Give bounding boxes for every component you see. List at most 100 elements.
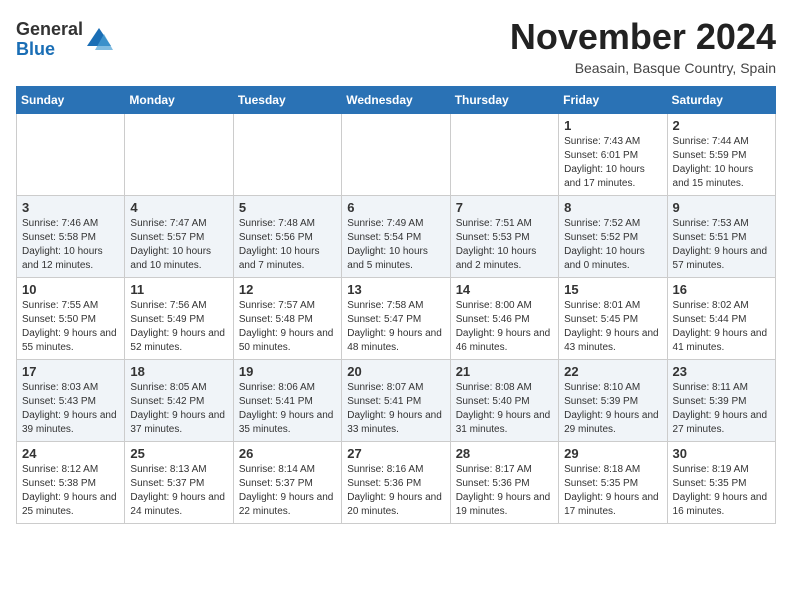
- logo-general: General: [16, 19, 83, 39]
- day-number: 22: [564, 364, 661, 379]
- day-cell: 26 Sunrise: 8:14 AM Sunset: 5:37 PM Dayli…: [233, 442, 341, 524]
- day-info: Sunrise: 8:07 AM Sunset: 5:41 PM Dayligh…: [347, 381, 444, 437]
- day-number: 20: [347, 364, 444, 379]
- week-row-4: 17 Sunrise: 8:03 AM Sunset: 5:43 PM Dayli…: [17, 360, 776, 442]
- day-number: 23: [673, 364, 770, 379]
- day-number: 21: [456, 364, 553, 379]
- day-number: 24: [22, 446, 119, 461]
- day-number: 11: [130, 282, 227, 297]
- day-info: Sunrise: 8:19 AM Sunset: 5:35 PM Dayligh…: [673, 463, 770, 519]
- day-number: 3: [22, 200, 119, 215]
- day-info: Sunrise: 8:02 AM Sunset: 5:44 PM Dayligh…: [673, 299, 770, 355]
- weekday-header-saturday: Saturday: [667, 87, 775, 114]
- day-number: 17: [22, 364, 119, 379]
- logo-blue: Blue: [16, 39, 55, 59]
- day-cell: 24 Sunrise: 8:12 AM Sunset: 5:38 PM Dayli…: [17, 442, 125, 524]
- day-cell: 25 Sunrise: 8:13 AM Sunset: 5:37 PM Dayli…: [125, 442, 233, 524]
- day-info: Sunrise: 7:58 AM Sunset: 5:47 PM Dayligh…: [347, 299, 444, 355]
- day-info: Sunrise: 8:10 AM Sunset: 5:39 PM Dayligh…: [564, 381, 661, 437]
- weekday-header-monday: Monday: [125, 87, 233, 114]
- day-number: 13: [347, 282, 444, 297]
- day-cell: 16 Sunrise: 8:02 AM Sunset: 5:44 PM Dayli…: [667, 278, 775, 360]
- weekday-header-sunday: Sunday: [17, 87, 125, 114]
- day-info: Sunrise: 7:48 AM Sunset: 5:56 PM Dayligh…: [239, 217, 336, 273]
- day-number: 14: [456, 282, 553, 297]
- week-row-5: 24 Sunrise: 8:12 AM Sunset: 5:38 PM Dayli…: [17, 442, 776, 524]
- day-number: 19: [239, 364, 336, 379]
- day-info: Sunrise: 7:51 AM Sunset: 5:53 PM Dayligh…: [456, 217, 553, 273]
- day-cell: 11 Sunrise: 7:56 AM Sunset: 5:49 PM Dayli…: [125, 278, 233, 360]
- day-info: Sunrise: 7:43 AM Sunset: 6:01 PM Dayligh…: [564, 135, 661, 191]
- day-cell: [125, 114, 233, 196]
- day-number: 16: [673, 282, 770, 297]
- day-cell: 3 Sunrise: 7:46 AM Sunset: 5:58 PM Daylig…: [17, 196, 125, 278]
- day-cell: 15Sunrise: 8:01 AM Sunset: 5:45 PM Dayli…: [559, 278, 667, 360]
- day-info: Sunrise: 7:44 AM Sunset: 5:59 PM Dayligh…: [673, 135, 770, 191]
- day-info: Sunrise: 7:49 AM Sunset: 5:54 PM Dayligh…: [347, 217, 444, 273]
- day-cell: 23 Sunrise: 8:11 AM Sunset: 5:39 PM Dayli…: [667, 360, 775, 442]
- day-number: 2: [673, 118, 770, 133]
- day-number: 18: [130, 364, 227, 379]
- day-info: Sunrise: 7:55 AM Sunset: 5:50 PM Dayligh…: [22, 299, 119, 355]
- calendar-table: SundayMondayTuesdayWednesdayThursdayFrid…: [16, 86, 776, 524]
- weekday-header-row: SundayMondayTuesdayWednesdayThursdayFrid…: [17, 87, 776, 114]
- week-row-3: 10 Sunrise: 7:55 AM Sunset: 5:50 PM Dayli…: [17, 278, 776, 360]
- day-cell: 13 Sunrise: 7:58 AM Sunset: 5:47 PM Dayli…: [342, 278, 450, 360]
- day-cell: 10 Sunrise: 7:55 AM Sunset: 5:50 PM Dayli…: [17, 278, 125, 360]
- day-number: 26: [239, 446, 336, 461]
- day-cell: 27Sunrise: 8:16 AM Sunset: 5:36 PM Dayli…: [342, 442, 450, 524]
- location: Beasain, Basque Country, Spain: [510, 60, 776, 76]
- day-cell: 28 Sunrise: 8:17 AM Sunset: 5:36 PM Dayli…: [450, 442, 558, 524]
- day-number: 10: [22, 282, 119, 297]
- day-cell: 4 Sunrise: 7:47 AM Sunset: 5:57 PM Daylig…: [125, 196, 233, 278]
- header: General Blue November 2024 Beasain, Basq…: [16, 16, 776, 76]
- day-info: Sunrise: 8:08 AM Sunset: 5:40 PM Dayligh…: [456, 381, 553, 437]
- day-cell: [233, 114, 341, 196]
- day-number: 12: [239, 282, 336, 297]
- day-cell: 6 Sunrise: 7:49 AM Sunset: 5:54 PM Daylig…: [342, 196, 450, 278]
- day-number: 25: [130, 446, 227, 461]
- day-number: 28: [456, 446, 553, 461]
- day-number: 4: [130, 200, 227, 215]
- logo-icon: [85, 26, 113, 54]
- day-info: Sunrise: 8:12 AM Sunset: 5:38 PM Dayligh…: [22, 463, 119, 519]
- week-row-2: 3 Sunrise: 7:46 AM Sunset: 5:58 PM Daylig…: [17, 196, 776, 278]
- day-info: Sunrise: 8:17 AM Sunset: 5:36 PM Dayligh…: [456, 463, 553, 519]
- day-number: 1: [564, 118, 661, 133]
- day-number: 5: [239, 200, 336, 215]
- day-info: Sunrise: 7:53 AM Sunset: 5:51 PM Dayligh…: [673, 217, 770, 273]
- day-info: Sunrise: 8:01 AM Sunset: 5:45 PM Dayligh…: [564, 299, 661, 355]
- day-info: Sunrise: 7:46 AM Sunset: 5:58 PM Dayligh…: [22, 217, 119, 273]
- day-info: Sunrise: 8:14 AM Sunset: 5:37 PM Dayligh…: [239, 463, 336, 519]
- day-info: Sunrise: 8:00 AM Sunset: 5:46 PM Dayligh…: [456, 299, 553, 355]
- day-number: 30: [673, 446, 770, 461]
- day-info: Sunrise: 8:03 AM Sunset: 5:43 PM Dayligh…: [22, 381, 119, 437]
- day-cell: 19 Sunrise: 8:06 AM Sunset: 5:41 PM Dayli…: [233, 360, 341, 442]
- day-info: Sunrise: 7:47 AM Sunset: 5:57 PM Dayligh…: [130, 217, 227, 273]
- weekday-header-tuesday: Tuesday: [233, 87, 341, 114]
- day-info: Sunrise: 7:57 AM Sunset: 5:48 PM Dayligh…: [239, 299, 336, 355]
- day-cell: 22 Sunrise: 8:10 AM Sunset: 5:39 PM Dayli…: [559, 360, 667, 442]
- day-cell: 7 Sunrise: 7:51 AM Sunset: 5:53 PM Daylig…: [450, 196, 558, 278]
- weekday-header-wednesday: Wednesday: [342, 87, 450, 114]
- day-number: 6: [347, 200, 444, 215]
- day-number: 7: [456, 200, 553, 215]
- day-info: Sunrise: 8:13 AM Sunset: 5:37 PM Dayligh…: [130, 463, 227, 519]
- day-cell: 2 Sunrise: 7:44 AM Sunset: 5:59 PM Daylig…: [667, 114, 775, 196]
- day-cell: 30 Sunrise: 8:19 AM Sunset: 5:35 PM Dayli…: [667, 442, 775, 524]
- day-cell: 5 Sunrise: 7:48 AM Sunset: 5:56 PM Daylig…: [233, 196, 341, 278]
- day-cell: [17, 114, 125, 196]
- day-cell: 18Sunrise: 8:05 AM Sunset: 5:42 PM Dayli…: [125, 360, 233, 442]
- week-row-1: 1 Sunrise: 7:43 AM Sunset: 6:01 PM Daylig…: [17, 114, 776, 196]
- day-cell: 17 Sunrise: 8:03 AM Sunset: 5:43 PM Dayli…: [17, 360, 125, 442]
- logo: General Blue: [16, 20, 113, 60]
- day-info: Sunrise: 8:06 AM Sunset: 5:41 PM Dayligh…: [239, 381, 336, 437]
- day-number: 8: [564, 200, 661, 215]
- day-info: Sunrise: 8:11 AM Sunset: 5:39 PM Dayligh…: [673, 381, 770, 437]
- weekday-header-friday: Friday: [559, 87, 667, 114]
- day-number: 29: [564, 446, 661, 461]
- day-cell: [450, 114, 558, 196]
- day-info: Sunrise: 7:56 AM Sunset: 5:49 PM Dayligh…: [130, 299, 227, 355]
- month-title: November 2024: [510, 16, 776, 58]
- day-cell: 14 Sunrise: 8:00 AM Sunset: 5:46 PM Dayli…: [450, 278, 558, 360]
